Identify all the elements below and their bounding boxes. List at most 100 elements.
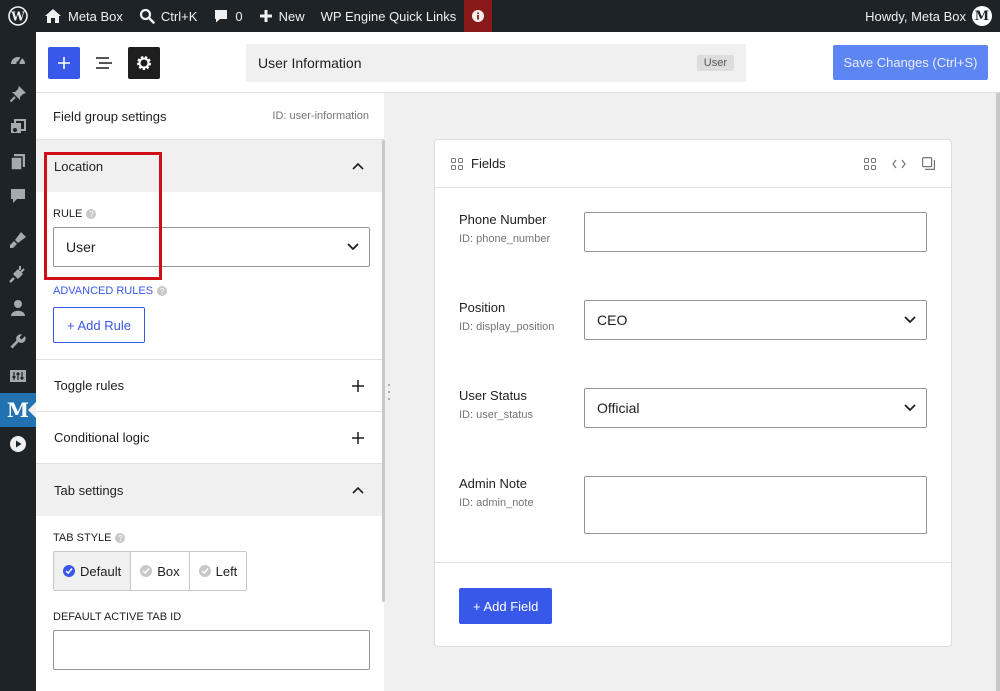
default-active-tab-label-text: DEFAULT ACTIVE TAB ID bbox=[53, 611, 182, 623]
chevron-up-icon bbox=[352, 486, 364, 494]
field-label: Position bbox=[459, 300, 506, 315]
admin-menu: M bbox=[0, 32, 36, 691]
plus-icon bbox=[352, 431, 364, 444]
tab-style-box-label: Box bbox=[157, 563, 180, 579]
sidebar-header-id: ID: user-information bbox=[272, 110, 369, 122]
admin-bar: W Meta Box Ctrl+K 0 New WP Engine Quick … bbox=[0, 0, 1000, 32]
layout-grid-icon[interactable] bbox=[864, 157, 876, 170]
fields-card-divider bbox=[435, 562, 951, 563]
comment-icon bbox=[213, 8, 229, 24]
tab-settings-panel-toggle[interactable]: Tab settings bbox=[36, 464, 384, 516]
field-group-type-badge: User bbox=[696, 55, 734, 71]
tab-style-default[interactable]: Default bbox=[54, 552, 132, 590]
info-button[interactable] bbox=[464, 0, 493, 32]
code-icon[interactable] bbox=[892, 159, 906, 169]
tab-style-box[interactable]: Box bbox=[131, 552, 190, 590]
rule-select[interactable]: User bbox=[53, 227, 370, 267]
fields-card-title: Fields bbox=[471, 156, 506, 171]
field-group-title-text: User Information bbox=[258, 55, 362, 71]
tab-style-label-text: TAB STYLE bbox=[53, 532, 112, 544]
new-label: New bbox=[278, 8, 305, 24]
search-shortcut[interactable]: Ctrl+K bbox=[131, 0, 205, 32]
fields-card: Fields Phone Number ID: phone_number Pos… bbox=[434, 139, 952, 647]
quick-links-menu[interactable]: WP Engine Quick Links bbox=[313, 0, 465, 32]
chevron-down-icon bbox=[904, 316, 916, 324]
builder-toolbar: User Information User Save Changes (Ctrl… bbox=[36, 32, 1000, 93]
tab-settings-panel-body: TAB STYLE ? Default Box Left DEFAULT ACT… bbox=[36, 516, 384, 686]
tools-icon[interactable] bbox=[0, 325, 36, 359]
page-scrollbar[interactable] bbox=[996, 93, 1000, 691]
meta-box-menu-icon[interactable]: M bbox=[0, 393, 36, 427]
admin-note-textarea[interactable] bbox=[584, 476, 927, 534]
site-name-link[interactable]: Meta Box bbox=[36, 0, 131, 32]
field-label: Phone Number bbox=[459, 212, 547, 227]
fields-card-header: Fields bbox=[435, 140, 951, 188]
users-icon[interactable] bbox=[0, 291, 36, 325]
account-menu[interactable]: Howdy, Meta Box M bbox=[857, 0, 1000, 32]
sidebar-header-title: Field group settings bbox=[53, 108, 167, 124]
comments-icon[interactable] bbox=[0, 179, 36, 213]
plugins-icon[interactable] bbox=[0, 257, 36, 291]
field-label: User Status bbox=[459, 388, 527, 403]
add-rule-button[interactable]: + Add Rule bbox=[53, 307, 145, 343]
plus-icon bbox=[57, 56, 71, 70]
plus-icon bbox=[259, 9, 273, 23]
avatar: M bbox=[972, 6, 992, 26]
default-active-tab-label: DEFAULT ACTIVE TAB ID bbox=[53, 611, 370, 623]
greeting: Howdy, Meta Box bbox=[865, 8, 966, 24]
user-status-select[interactable]: Official bbox=[584, 388, 927, 428]
save-changes-button[interactable]: Save Changes (Ctrl+S) bbox=[833, 45, 988, 80]
add-field-button[interactable]: + Add Field bbox=[459, 588, 553, 624]
field-id: ID: phone_number bbox=[459, 233, 551, 245]
toggle-rules-panel-toggle[interactable]: Toggle rules bbox=[36, 360, 384, 412]
grid-icon bbox=[451, 157, 463, 170]
wordpress-logo-icon[interactable]: W bbox=[0, 0, 36, 32]
position-select[interactable]: CEO bbox=[584, 300, 927, 340]
field-id: ID: admin_note bbox=[459, 497, 534, 509]
field-group-title[interactable]: User Information User bbox=[246, 44, 746, 82]
comments-count: 0 bbox=[235, 8, 243, 24]
tab-style-left[interactable]: Left bbox=[190, 552, 247, 590]
dashboard-icon[interactable] bbox=[0, 43, 36, 77]
appearance-icon[interactable] bbox=[0, 223, 36, 257]
settings-sidebar: Field group settings ID: user-informatio… bbox=[36, 93, 384, 691]
play-icon[interactable] bbox=[0, 427, 36, 461]
list-view-icon bbox=[95, 56, 113, 70]
list-view-button[interactable] bbox=[88, 47, 120, 79]
pin-icon[interactable] bbox=[0, 77, 36, 111]
pages-icon[interactable] bbox=[0, 145, 36, 179]
check-circle-icon bbox=[198, 565, 211, 577]
rule-label: RULE ? bbox=[53, 208, 370, 220]
plus-icon bbox=[352, 379, 364, 392]
comments-link[interactable]: 0 bbox=[205, 0, 250, 32]
field-id: ID: display_position bbox=[459, 321, 555, 333]
svg-text:W: W bbox=[10, 10, 25, 24]
tab-settings-title: Tab settings bbox=[54, 482, 124, 498]
settings-sliders-icon[interactable] bbox=[0, 359, 36, 393]
location-panel-toggle[interactable]: Location bbox=[36, 140, 384, 192]
location-panel-body: RULE ? User ADVANCED RULES ? + Add Rule bbox=[36, 192, 384, 360]
gear-icon bbox=[135, 54, 153, 72]
chevron-down-icon bbox=[347, 243, 359, 251]
help-icon[interactable]: ? bbox=[157, 286, 168, 296]
chevron-down-icon bbox=[904, 404, 916, 412]
default-active-tab-input[interactable] bbox=[53, 630, 370, 670]
toggle-rules-title: Toggle rules bbox=[54, 378, 125, 393]
add-block-button[interactable] bbox=[48, 47, 80, 79]
sidebar-resize-handle[interactable] bbox=[387, 384, 391, 400]
help-icon[interactable]: ? bbox=[86, 209, 97, 219]
meta-box-logo-icon: M bbox=[6, 398, 30, 422]
copy-icon[interactable] bbox=[922, 157, 935, 170]
search-icon bbox=[139, 8, 155, 24]
media-icon[interactable] bbox=[0, 111, 36, 145]
position-select-value: CEO bbox=[597, 312, 628, 328]
new-content-link[interactable]: New bbox=[251, 0, 313, 32]
sidebar-scrollbar[interactable] bbox=[382, 140, 385, 602]
settings-button[interactable] bbox=[128, 47, 160, 79]
tab-style-options: Default Box Left bbox=[53, 551, 248, 591]
conditional-logic-panel-toggle[interactable]: Conditional logic bbox=[36, 412, 384, 464]
advanced-rules-link[interactable]: ADVANCED RULES ? bbox=[53, 285, 370, 297]
help-icon[interactable]: ? bbox=[115, 533, 126, 543]
quick-links-label: WP Engine Quick Links bbox=[320, 8, 457, 24]
phone-number-input[interactable] bbox=[584, 212, 927, 252]
